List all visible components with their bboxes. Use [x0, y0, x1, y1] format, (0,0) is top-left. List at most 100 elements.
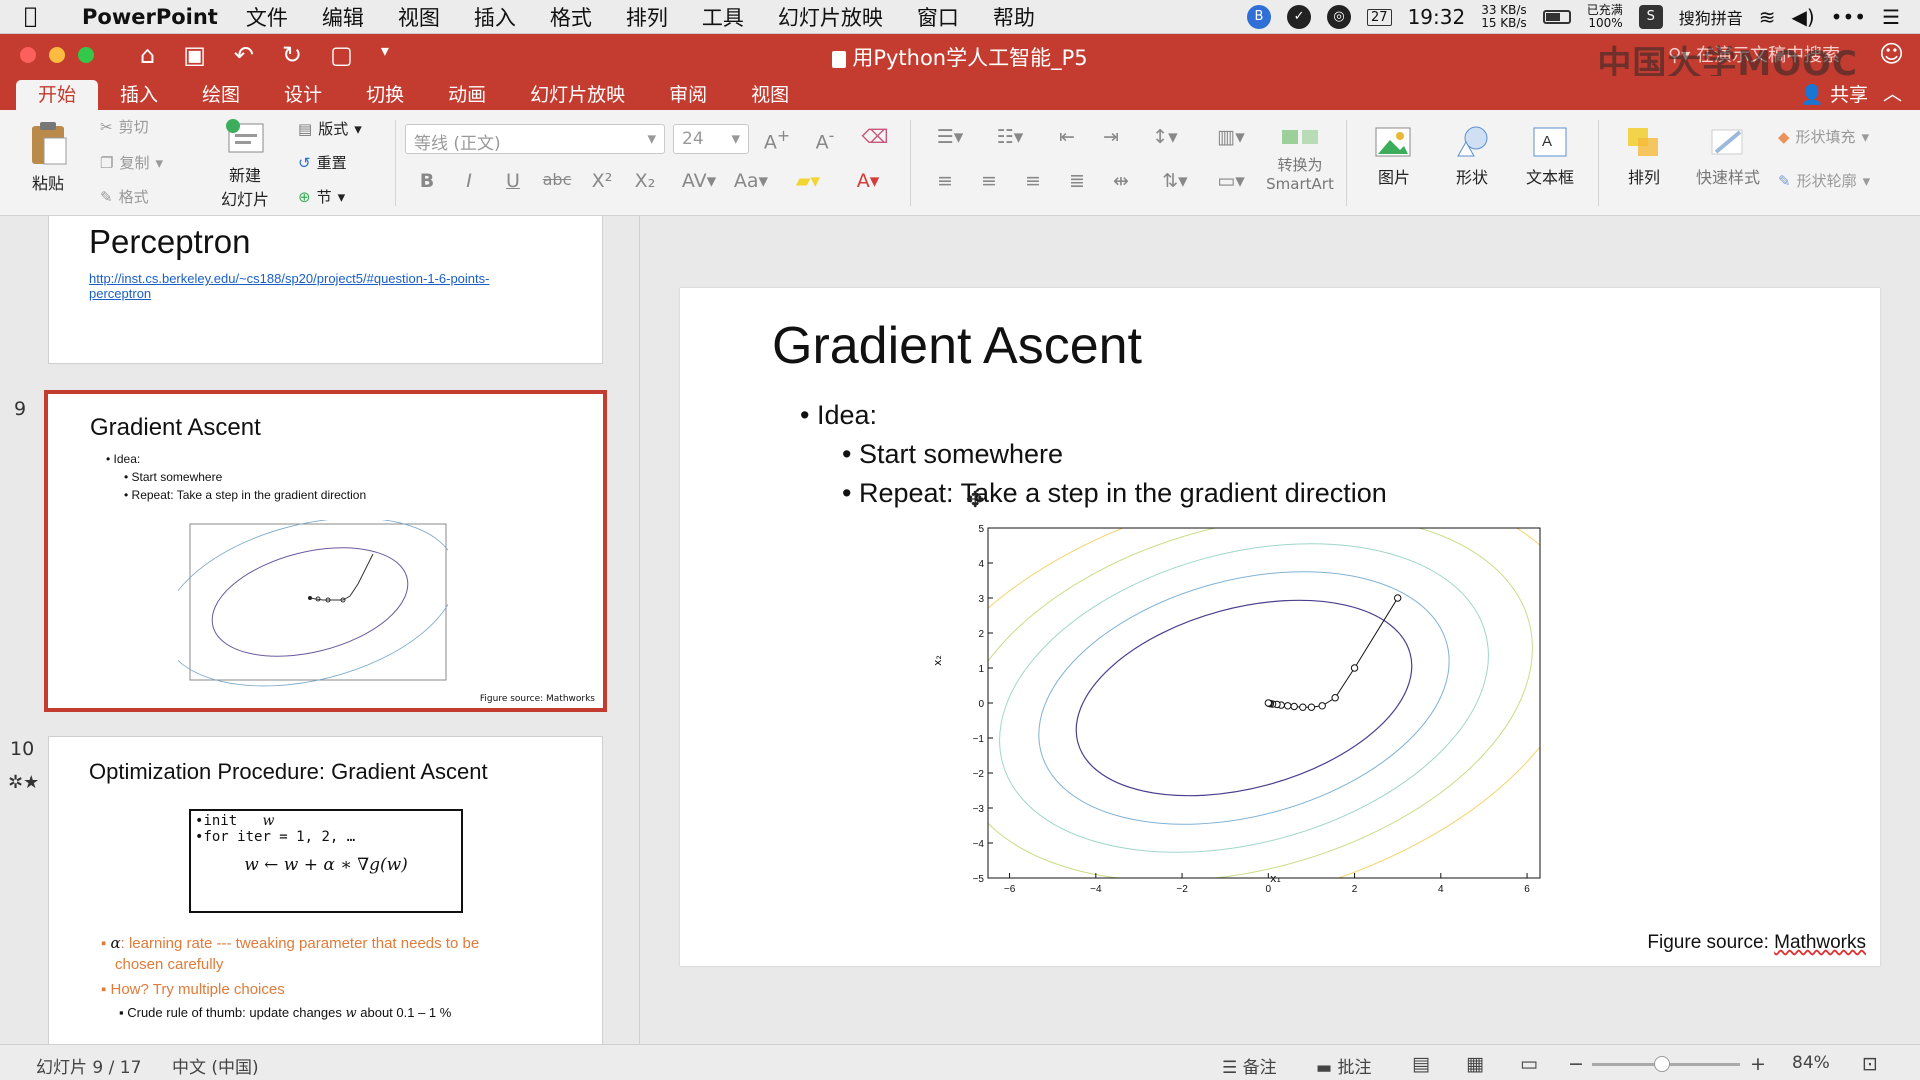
tab-transitions[interactable]: 切换 [344, 80, 426, 110]
save-icon[interactable]: ▣ [183, 41, 206, 69]
new-doc-icon[interactable]: ▢ [330, 41, 353, 69]
zoom-out-icon[interactable]: − [1568, 1053, 1584, 1075]
language-indicator[interactable]: 中文 (中国) [172, 1053, 259, 1078]
font-color-icon[interactable]: A▾ [842, 170, 894, 192]
reset-button[interactable]: ↺ 重置 [298, 152, 347, 173]
strikethrough-icon[interactable]: abc [540, 170, 574, 189]
battery-icon[interactable] [1542, 10, 1571, 24]
wifi-icon[interactable]: ≋ [1759, 5, 1776, 29]
picture-button[interactable]: 图片 [1362, 124, 1426, 188]
increase-font-icon[interactable]: A+ [760, 126, 794, 153]
menu-edit[interactable]: 编辑 [322, 2, 364, 32]
arrange-button[interactable]: 排列 [1612, 124, 1676, 188]
volume-icon[interactable]: ◀) [1791, 5, 1814, 29]
decrease-font-icon[interactable]: A- [808, 126, 842, 153]
text-direction-icon[interactable]: ⇅▾ [1150, 170, 1200, 192]
copy-button[interactable]: ❐ 复制 ▾ [100, 152, 163, 173]
bluetooth-app-icon[interactable]: B [1247, 5, 1272, 29]
highlight-icon[interactable]: ▰▾ [782, 170, 834, 192]
align-center-icon[interactable]: ≡ [972, 170, 1006, 192]
justify-icon[interactable]: ≣ [1060, 170, 1094, 192]
undo-icon[interactable]: ↶ [234, 41, 254, 69]
paste-button[interactable]: 粘贴 [18, 120, 78, 194]
shape-outline-button[interactable]: ✎ 形状轮廓 ▾ [1778, 170, 1870, 191]
zoom-slider[interactable] [1592, 1056, 1740, 1072]
presenter-view-icon[interactable]: ▭ [1520, 1053, 1538, 1075]
shape-button[interactable]: 形状 [1440, 124, 1504, 188]
comments-button[interactable]: ▬ 批注 [1316, 1053, 1371, 1078]
zoom-slider-thumb[interactable] [1654, 1056, 1670, 1072]
menu-window[interactable]: 窗口 [917, 2, 959, 32]
feedback-smile-icon[interactable]: ☺ [1879, 40, 1904, 68]
slide-thumbnail-panel[interactable]: Perceptron http://inst.cs.berkeley.edu/~… [0, 216, 640, 1044]
decrease-indent-icon[interactable]: ⇤ [1050, 126, 1084, 148]
distribute-icon[interactable]: ⇹ [1104, 170, 1138, 192]
mathworks-link[interactable]: Mathworks [1774, 932, 1866, 953]
tab-slideshow[interactable]: 幻灯片放映 [508, 80, 647, 110]
slide-body[interactable]: • Idea: • Start somewhere • Repeat: Take… [800, 396, 1387, 513]
font-size-select[interactable]: 24 ▾ [673, 124, 749, 154]
convert-smartart-button[interactable]: 转换为 SmartArt [1262, 126, 1338, 193]
app-menu[interactable]: PowerPoint [82, 5, 218, 29]
subscript-icon[interactable]: X₂ [628, 170, 662, 192]
menu-file[interactable]: 文件 [246, 2, 288, 32]
calendar-badge[interactable]: 27 [1367, 8, 1392, 26]
tab-view[interactable]: 视图 [729, 80, 811, 110]
align-left-icon[interactable]: ≡ [928, 170, 962, 192]
line-spacing-icon[interactable]: ↕▾ [1140, 126, 1190, 148]
superscript-icon[interactable]: X² [585, 170, 619, 192]
tab-insert[interactable]: 插入 [98, 80, 180, 110]
menu-help[interactable]: 帮助 [993, 2, 1035, 32]
slide-title[interactable]: Gradient Ascent [772, 316, 1142, 376]
minimize-window-icon[interactable] [49, 47, 65, 63]
slide-thumb-9[interactable]: Gradient Ascent • Idea: • Start somewher… [44, 390, 607, 712]
increase-indent-icon[interactable]: ⇥ [1094, 126, 1128, 148]
zoom-window-icon[interactable] [78, 47, 94, 63]
tab-draw[interactable]: 绘图 [180, 80, 262, 110]
contour-plot[interactable]: −6 −4 −2 0 2 4 6 5 4 3 2 1 0 −1 −2 −3 −4 −5 [946, 524, 1546, 904]
menu-format[interactable]: 格式 [550, 2, 592, 32]
font-name-select[interactable]: 等线 (正文) ▾ [405, 124, 665, 154]
italic-icon[interactable]: I [452, 170, 486, 192]
layout-button[interactable]: ▤ 版式 ▾ [298, 118, 362, 139]
char-spacing-icon[interactable]: AV▾ [674, 170, 724, 192]
zoom-level[interactable]: 84% [1792, 1053, 1830, 1073]
format-painter-button[interactable]: ✎ 格式 [100, 186, 149, 207]
menu-arrange[interactable]: 排列 [626, 2, 668, 32]
clear-format-icon[interactable]: ⌫ [858, 126, 892, 148]
share-button[interactable]: 👤 共享 [1800, 80, 1868, 107]
shape-fill-button[interactable]: ◆ 形状填充 ▾ [1778, 126, 1869, 147]
apple-menu-icon[interactable]:  [24, 4, 64, 29]
textbox-button[interactable]: A 文本框 [1518, 124, 1582, 188]
current-slide[interactable]: Gradient Ascent • Idea: • Start somewher… [680, 288, 1880, 966]
status-app-icon[interactable]: ✓ [1287, 5, 1312, 29]
slide-sorter-icon[interactable]: ▦ [1466, 1053, 1484, 1075]
menu-view[interactable]: 视图 [398, 2, 440, 32]
customize-toolbar-icon[interactable]: ▾ [381, 41, 389, 69]
collapse-ribbon-icon[interactable]: ︿ [1883, 79, 1902, 106]
new-slide-button[interactable]: 新建 幻灯片 [210, 118, 280, 210]
notes-button[interactable]: ☰ 备注 [1222, 1053, 1277, 1078]
home-icon[interactable]: ⌂ [140, 41, 155, 69]
notification-center-icon[interactable]: ☰ [1882, 5, 1900, 29]
numbering-icon[interactable]: ☷▾ [985, 126, 1035, 148]
tab-review[interactable]: 审阅 [647, 80, 729, 110]
bullets-icon[interactable]: ☰▾ [925, 126, 975, 148]
slide-thumb-10[interactable]: Optimization Procedure: Gradient Ascent … [48, 736, 603, 1044]
redo-icon[interactable]: ↻ [282, 41, 302, 69]
clock[interactable]: 19:32 [1408, 5, 1466, 29]
menu-tools[interactable]: 工具 [702, 2, 744, 32]
underline-icon[interactable]: U [496, 170, 530, 192]
bold-icon[interactable]: B [410, 170, 444, 192]
align-right-icon[interactable]: ≡ [1016, 170, 1050, 192]
tab-animations[interactable]: 动画 [426, 80, 508, 110]
quick-styles-button[interactable]: 快速样式 [1690, 124, 1766, 188]
align-text-icon[interactable]: ▭▾ [1206, 170, 1256, 192]
fit-to-window-icon[interactable]: ⊡ [1862, 1053, 1878, 1075]
ime-icon[interactable]: S [1638, 5, 1663, 29]
ime-label[interactable]: 搜狗拼音 [1679, 5, 1743, 29]
normal-view-icon[interactable]: ▤ [1412, 1053, 1430, 1075]
section-button[interactable]: ⊕ 节 ▾ [298, 186, 345, 207]
thumb-link[interactable]: http://inst.cs.berkeley.edu/~cs188/sp20/… [89, 271, 489, 301]
cut-button[interactable]: ✂ 剪切 [100, 116, 149, 137]
